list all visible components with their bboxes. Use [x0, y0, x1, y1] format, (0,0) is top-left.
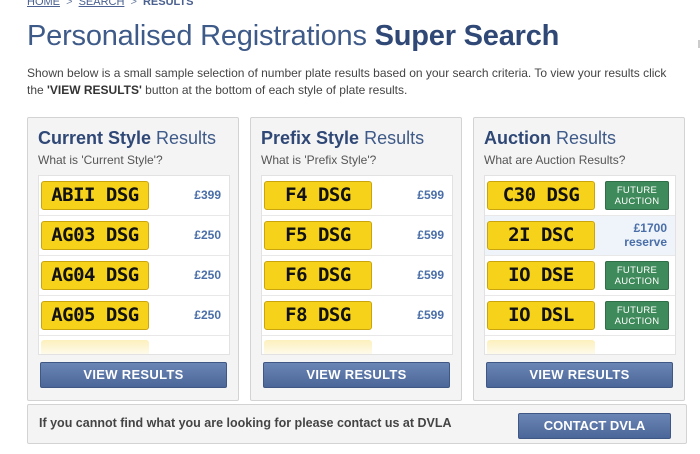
intro-bold: 'VIEW RESULTS' [47, 83, 142, 97]
plate-fade [487, 340, 595, 354]
list-item[interactable]: AG05 DSG £250 [39, 296, 229, 336]
future-auction-badge[interactable]: FUTURE AUCTION [605, 301, 669, 330]
panel-title: Current Style Results [38, 128, 216, 149]
number-plate[interactable]: F6 DSG [264, 261, 372, 290]
price: £250 [194, 308, 221, 322]
page-title-light: Personalised Registrations [27, 20, 375, 52]
list-item[interactable]: ABII DSG £399 [39, 176, 229, 216]
number-plate[interactable]: 2I DSC [487, 221, 595, 250]
results-list: C30 DSG FUTURE AUCTION 2I DSC £1700 reserv… [484, 175, 676, 355]
list-item[interactable]: 2I DSC £1700 reserve [485, 216, 675, 256]
what-is-current-style-link[interactable]: What is 'Current Style'? [38, 153, 163, 167]
number-plate[interactable]: F5 DSG [264, 221, 372, 250]
panel-title-light: Results [551, 128, 617, 148]
price: £599 [417, 188, 444, 202]
breadcrumb: HOME > SEARCH > RESULTS [27, 0, 194, 8]
list-item[interactable]: F8 DSG £599 [262, 296, 452, 336]
breadcrumb-separator: > [66, 0, 73, 8]
badge-line-2: AUCTION [614, 276, 660, 287]
badge-line-1: FUTURE [616, 185, 658, 196]
breadcrumb-separator: > [130, 0, 137, 8]
price: £599 [417, 228, 444, 242]
reserve-amount: £1700 [633, 221, 667, 235]
number-plate[interactable]: C30 DSG [487, 181, 595, 210]
badge-line-2: AUCTION [614, 196, 660, 207]
panel-title-bold: Current Style [38, 128, 152, 148]
number-plate[interactable]: F4 DSG [264, 181, 372, 210]
number-plate[interactable]: IO DSL [487, 301, 595, 330]
reserve-label: reserve [624, 235, 667, 249]
future-auction-badge[interactable]: FUTURE AUCTION [605, 181, 669, 210]
view-results-button[interactable]: VIEW RESULTS [40, 362, 227, 388]
number-plate[interactable]: AG05 DSG [41, 301, 149, 330]
price: £599 [417, 268, 444, 282]
breadcrumb-current: RESULTS [142, 0, 194, 8]
list-item[interactable]: F5 DSG £599 [262, 216, 452, 256]
number-plate[interactable]: AG04 DSG [41, 261, 149, 290]
badge-line-1: FUTURE [616, 305, 658, 316]
what-is-prefix-style-link[interactable]: What is 'Prefix Style'? [261, 153, 376, 167]
price: £250 [194, 268, 221, 282]
contact-bar: If you cannot find what you are looking … [27, 404, 687, 444]
list-item[interactable]: AG04 DSG £250 [39, 256, 229, 296]
number-plate[interactable]: ABII DSG [41, 181, 149, 210]
list-fade [262, 336, 452, 354]
auction-panel: Auction Results What are Auction Results… [473, 117, 685, 401]
number-plate[interactable]: F8 DSG [264, 301, 372, 330]
current-style-panel: Current Style Results What is 'Current S… [27, 117, 239, 401]
badge-line-1: FUTURE [616, 265, 658, 276]
price: £599 [417, 308, 444, 322]
price: £399 [194, 188, 221, 202]
reserve-price: £1700 reserve [624, 221, 667, 249]
future-auction-badge[interactable]: FUTURE AUCTION [605, 261, 669, 290]
number-plate[interactable]: AG03 DSG [41, 221, 149, 250]
prefix-style-panel: Prefix Style Results What is 'Prefix Sty… [250, 117, 462, 401]
list-item[interactable]: F4 DSG £599 [262, 176, 452, 216]
list-item[interactable]: F6 DSG £599 [262, 256, 452, 296]
list-item[interactable]: IO DSE FUTURE AUCTION [485, 256, 675, 296]
page-title: Personalised Registrations Super Search [27, 20, 559, 53]
panel-title-light: Results [151, 128, 217, 148]
list-item[interactable]: IO DSL FUTURE AUCTION [485, 296, 675, 336]
breadcrumb-home-link[interactable]: HOME [27, 0, 60, 8]
panel-title: Prefix Style Results [261, 128, 424, 149]
view-results-button[interactable]: VIEW RESULTS [486, 362, 673, 388]
view-results-button[interactable]: VIEW RESULTS [263, 362, 450, 388]
what-are-auction-results-link[interactable]: What are Auction Results? [484, 153, 625, 167]
results-list: F4 DSG £599 F5 DSG £599 F6 DSG £599 F8 D… [261, 175, 453, 355]
list-item[interactable]: C30 DSG FUTURE AUCTION [485, 176, 675, 216]
contact-dvla-button[interactable]: CONTACT DVLA [518, 413, 671, 439]
panel-title: Auction Results [484, 128, 616, 149]
panel-title-bold: Prefix Style [261, 128, 360, 148]
contact-message: If you cannot find what you are looking … [39, 416, 452, 430]
page-title-bold: Super Search [374, 20, 560, 52]
plate-fade [41, 340, 149, 354]
list-fade [485, 336, 675, 354]
number-plate[interactable]: IO DSE [487, 261, 595, 290]
plate-fade [264, 340, 372, 354]
price: £250 [194, 228, 221, 242]
panel-title-light: Results [359, 128, 425, 148]
list-fade [39, 336, 229, 354]
breadcrumb-search-link[interactable]: SEARCH [79, 0, 125, 8]
results-list: ABII DSG £399 AG03 DSG £250 AG04 DSG £25… [38, 175, 230, 355]
badge-line-2: AUCTION [614, 316, 660, 327]
intro-part-2: button at the bottom of each style of pl… [141, 83, 408, 97]
intro-text: Shown below is a small sample selection … [27, 65, 667, 99]
list-item[interactable]: AG03 DSG £250 [39, 216, 229, 256]
panel-title-bold: Auction [484, 128, 551, 148]
